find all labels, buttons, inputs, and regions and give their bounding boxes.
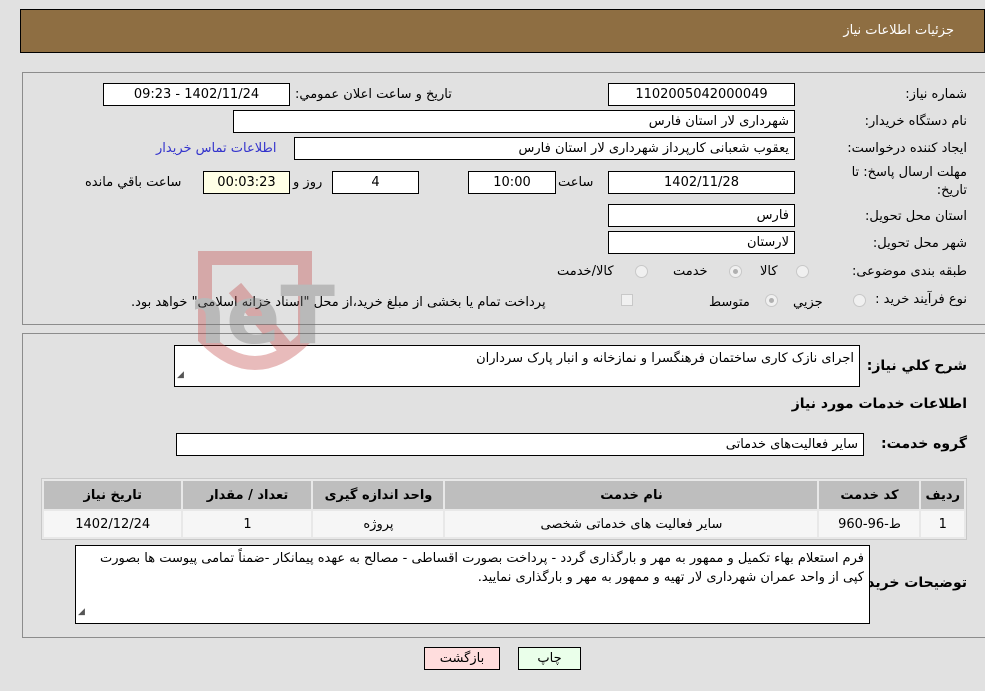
remaining-time-label: ساعت باقي مانده [85, 175, 182, 190]
cell-row-number: 1 [921, 511, 964, 537]
resize-handle-icon[interactable]: ◢ [78, 603, 85, 622]
back-button[interactable]: بازگشت [424, 647, 500, 670]
service-group-field[interactable]: سایر فعالیت‌های خدماتی [176, 433, 864, 456]
buyer-notes-field[interactable]: فرم استعلام بهاء تکمیل و ممهور به مهر و … [75, 545, 870, 624]
deadline-time-field[interactable]: 10:00 [468, 171, 556, 194]
category-option-service: خدمت [673, 264, 708, 279]
cell-unit: پروژه [313, 511, 444, 537]
announce-datetime-label: تاریخ و ساعت اعلان عمومي: [295, 87, 452, 102]
description-field[interactable]: اجرای نازک کاری ساختمان فرهنگسرا و نمازخ… [174, 345, 860, 387]
treasury-checkbox[interactable] [621, 294, 633, 306]
need-number-field[interactable]: 1102005042000049 [608, 83, 795, 106]
announce-datetime-field[interactable]: 1402/11/24 - 09:23 [103, 83, 290, 106]
days-remaining-field[interactable]: 4 [332, 171, 419, 194]
resize-handle-icon[interactable]: ◢ [177, 366, 184, 385]
services-section-title: اطلاعات خدمات مورد نیاز [791, 396, 967, 412]
delivery-city-field[interactable]: لارستان [608, 231, 795, 254]
description-label: شرح کلي نیاز: [866, 358, 967, 374]
col-header-unit: واحد اندازه گیری [313, 481, 444, 509]
cell-service-name: سایر فعالیت های خدماتی شخصی [445, 511, 818, 537]
deadline-label-date: تاریخ: [936, 183, 967, 198]
category-radio-service[interactable] [729, 265, 742, 278]
cell-quantity: 1 [183, 511, 312, 537]
table-header-row: ردیف کد خدمت نام خدمت واحد اندازه گیری ت… [44, 481, 964, 509]
buyer-org-label: نام دستگاه خریدار: [864, 114, 967, 129]
table-row: 1 ط-96-960 سایر فعالیت های خدماتی شخصی پ… [44, 511, 964, 537]
category-radio-goods-service[interactable] [635, 265, 648, 278]
remaining-time-field: 00:03:23 [203, 171, 290, 194]
buyer-contact-link[interactable]: اطلاعات تماس خریدار [156, 141, 276, 156]
need-details-panel: شرح کلي نیاز: اجرای نازک کاری ساختمان فر… [22, 333, 985, 638]
col-header-service-name: نام خدمت [445, 481, 818, 509]
page-header: جزئیات اطلاعات نیاز [20, 9, 985, 53]
delivery-province-label: استان محل تحویل: [865, 209, 967, 224]
service-group-label: گروه خدمت: [881, 436, 967, 452]
days-label: روز و [293, 175, 323, 190]
category-option-goods: کالا [760, 264, 778, 279]
col-header-quantity: تعداد / مقدار [183, 481, 312, 509]
purchase-radio-medium[interactable] [765, 294, 778, 307]
col-header-need-date: تاریخ نیاز [44, 481, 182, 509]
requester-label: ایجاد کننده درخواست: [847, 141, 967, 156]
category-option-goods-service: کالا/خدمت [557, 264, 614, 279]
purchase-option-medium: متوسط [709, 295, 750, 310]
description-text: اجرای نازک کاری ساختمان فرهنگسرا و نمازخ… [476, 351, 854, 366]
print-button[interactable]: چاپ [518, 647, 581, 670]
services-table: ردیف کد خدمت نام خدمت واحد اندازه گیری ت… [41, 478, 967, 540]
purchase-radio-minor[interactable] [853, 294, 866, 307]
delivery-city-label: شهر محل تحویل: [872, 236, 967, 251]
page-title: جزئیات اطلاعات نیاز [843, 23, 954, 38]
need-info-panel: شماره نیاز: 1102005042000049 تاریخ و ساع… [22, 72, 985, 325]
buyer-org-field[interactable]: شهرداری لار استان فارس [233, 110, 795, 133]
delivery-province-field[interactable]: فارس [608, 204, 795, 227]
purchase-type-label: نوع فرآیند خرید : [875, 292, 967, 307]
cell-need-date: 1402/12/24 [44, 511, 182, 537]
category-label: طبقه بندی موضوعی: [851, 264, 967, 279]
deadline-date-field[interactable]: 1402/11/28 [608, 171, 795, 194]
requester-field[interactable]: یعقوب شعبانی کارپرداز شهرداری لار استان … [294, 137, 795, 160]
need-number-label: شماره نیاز: [905, 87, 967, 102]
category-radio-goods[interactable] [796, 265, 809, 278]
purchase-option-minor: جزيي [793, 295, 823, 310]
deadline-label: مهلت ارسال پاسخ: تا [851, 165, 967, 180]
col-header-service-code: کد خدمت [819, 481, 920, 509]
deadline-time-label: ساعت [558, 175, 594, 190]
treasury-note: پرداخت تمام یا بخشی از مبلغ خرید،از محل … [131, 295, 546, 310]
buyer-notes-text: فرم استعلام بهاء تکمیل و ممهور به مهر و … [99, 551, 864, 585]
col-header-row-number: ردیف [921, 481, 964, 509]
cell-service-code: ط-96-960 [819, 511, 920, 537]
